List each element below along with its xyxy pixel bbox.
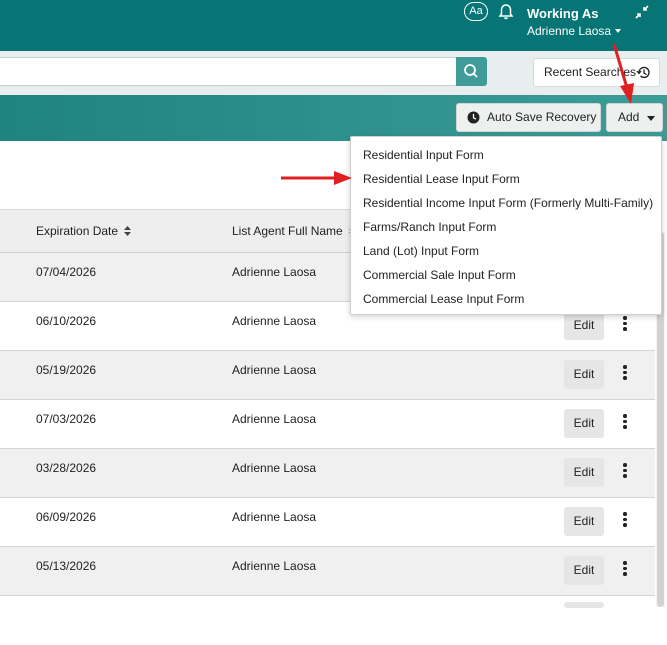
red-arrow-icon bbox=[612, 43, 634, 104]
annotation-arrows bbox=[281, 43, 634, 185]
red-arrow-icon bbox=[281, 171, 352, 185]
